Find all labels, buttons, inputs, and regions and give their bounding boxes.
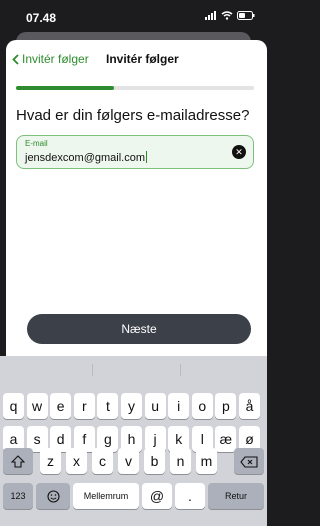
clear-field-button[interactable]: ✕ — [232, 145, 246, 159]
key-x[interactable]: x — [66, 448, 87, 474]
emoji-icon — [46, 490, 60, 503]
text-cursor — [146, 151, 147, 163]
space-key[interactable]: Mellemrum — [73, 483, 139, 509]
key-q[interactable]: q — [3, 393, 24, 419]
cellular-signal-icon — [205, 11, 216, 20]
suggestion-divider — [180, 364, 181, 376]
dot-key[interactable]: . — [175, 483, 205, 509]
question-heading: Hvad er din følgers e-mailadresse? — [16, 107, 250, 124]
key-b[interactable]: b — [144, 448, 165, 474]
next-button[interactable]: Næste — [27, 314, 251, 344]
key-c[interactable]: c — [92, 448, 113, 474]
shift-icon — [10, 455, 26, 468]
status-bar: 07.48 — [0, 0, 267, 30]
shift-key[interactable] — [3, 448, 33, 474]
page-title: Invitér følger — [106, 52, 179, 66]
chevron-left-icon — [12, 53, 19, 65]
backspace-icon — [240, 456, 258, 468]
key-y[interactable]: y — [121, 393, 142, 419]
suggestion-bar — [0, 356, 267, 384]
return-key[interactable]: Retur — [208, 483, 264, 509]
key-u[interactable]: u — [144, 393, 166, 419]
progress-bar-fill — [16, 86, 114, 90]
keyboard: qwertyuiopå asdfghjklæø zxcvbnm 123 Mell… — [0, 356, 267, 526]
email-text: jensdexcom@gmail.com — [25, 152, 145, 164]
battery-icon — [237, 11, 255, 20]
key-æ[interactable]: æ — [215, 426, 237, 452]
status-time: 07.48 — [26, 11, 57, 25]
close-icon: ✕ — [235, 147, 243, 157]
suggestion-divider — [92, 364, 93, 376]
progress-bar — [16, 86, 254, 90]
key-r[interactable]: r — [73, 393, 95, 419]
wifi-icon — [221, 11, 233, 20]
key-t[interactable]: t — [97, 393, 119, 419]
email-field[interactable]: E-mail jensdexcom@gmail.com ✕ — [16, 135, 254, 169]
key-o[interactable]: o — [191, 393, 213, 419]
emoji-key[interactable] — [36, 483, 70, 509]
backspace-key[interactable] — [234, 448, 264, 474]
email-field-value[interactable]: jensdexcom@gmail.com — [25, 151, 147, 164]
navigation-bar: Invitér følger Invitér følger — [6, 40, 267, 78]
key-v[interactable]: v — [118, 448, 139, 474]
key-p[interactable]: p — [215, 393, 237, 419]
status-icons — [205, 11, 255, 20]
at-key[interactable]: @ — [142, 483, 172, 509]
back-label: Invitér følger — [22, 52, 89, 66]
numbers-key[interactable]: 123 — [3, 483, 33, 509]
key-i[interactable]: i — [168, 393, 190, 419]
back-button[interactable]: Invitér følger — [12, 52, 89, 66]
key-w[interactable]: w — [26, 393, 48, 419]
key-e[interactable]: e — [50, 393, 72, 419]
key-m[interactable]: m — [196, 448, 217, 474]
email-field-label: E-mail — [25, 139, 48, 148]
key-n[interactable]: n — [170, 448, 191, 474]
key-z[interactable]: z — [40, 448, 61, 474]
key-å[interactable]: å — [239, 393, 260, 419]
